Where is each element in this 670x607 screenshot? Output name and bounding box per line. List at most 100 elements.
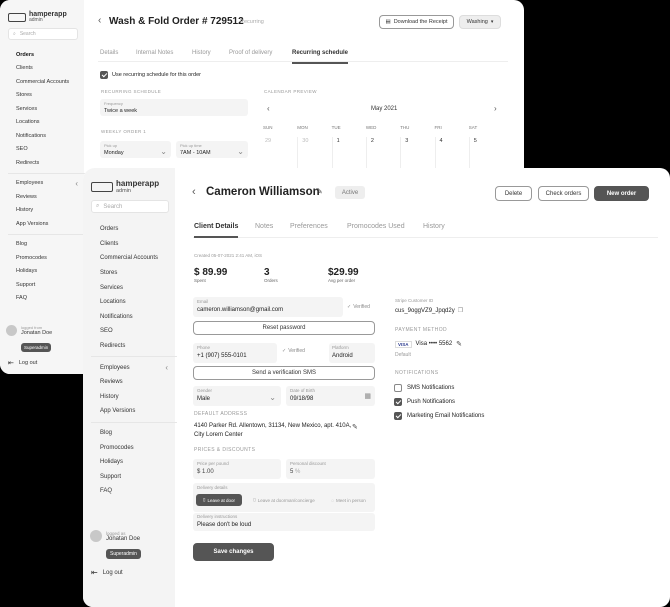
logo-sub: admin: [116, 188, 131, 194]
search-input[interactable]: ⌕ Search: [91, 200, 169, 213]
sidebar-item-faq[interactable]: FAQ: [16, 292, 78, 306]
tab-details[interactable]: Details: [100, 50, 118, 56]
sidebar-item-promocodes[interactable]: Promocodes: [16, 251, 78, 265]
save-changes-button[interactable]: Save changes: [193, 543, 274, 561]
phone-field[interactable]: Phone +1 (907) 555-0101: [193, 343, 277, 363]
sidebar-item-blog[interactable]: Blog: [16, 238, 78, 252]
tab-history[interactable]: History: [192, 50, 211, 56]
sidebar-item-support[interactable]: Support: [100, 470, 168, 485]
logout-button[interactable]: ⇤ Log out: [8, 359, 37, 367]
sidebar-item-holidays[interactable]: Holidays: [100, 455, 168, 470]
edit-icon[interactable]: ✎: [316, 187, 323, 196]
logout-button[interactable]: ⇤ Log out: [91, 568, 123, 577]
delivery-option-doorman[interactable]: ▯ Leave at doorman/concierge: [245, 494, 323, 506]
notification-toggle-marketing-email-notifications[interactable]: Marketing Email Notifications: [394, 409, 484, 423]
sidebar-item-support[interactable]: Support: [16, 278, 78, 292]
calendar-day[interactable]: 1: [331, 137, 366, 169]
search-input[interactable]: ⌕ Search: [8, 28, 78, 40]
tab-client-details[interactable]: Client Details: [194, 223, 239, 238]
logo: hamperapp admin: [91, 180, 159, 194]
sidebar-item-clients[interactable]: Clients: [100, 237, 168, 252]
sidebar-item-seo[interactable]: SEO: [100, 324, 168, 339]
pickup-time-select[interactable]: Pick up time 7AM - 10AM ⌄: [176, 141, 248, 158]
sidebar-item-employees[interactable]: Employees ‹: [100, 360, 168, 375]
sidebar-item-services[interactable]: Services: [100, 280, 168, 295]
washing-dropdown[interactable]: Washing ▾: [459, 15, 501, 29]
delivery-option-meet-in-person[interactable]: ◌ Meet in person: [325, 494, 372, 506]
sidebar-item-orders[interactable]: Orders: [16, 48, 78, 62]
reset-password-button[interactable]: Reset password: [193, 321, 375, 335]
visa-icon: VISA: [395, 340, 412, 348]
phone-verified: ✓ Verified: [282, 348, 305, 354]
price-per-pound-field[interactable]: Price per pound $ 1.00: [193, 459, 281, 479]
sidebar-item-locations[interactable]: Locations: [100, 295, 168, 310]
weekday-label: MON: [297, 125, 308, 130]
sidebar-item-locations[interactable]: Locations: [16, 116, 78, 130]
sidebar-item-holidays[interactable]: Holidays: [16, 265, 78, 279]
calendar-prev-icon[interactable]: ‹: [267, 104, 270, 113]
pickup-day-select[interactable]: Pick up Monday ⌄: [100, 141, 171, 158]
sidebar-item-stores[interactable]: Stores: [100, 266, 168, 281]
calendar-day[interactable]: 3: [400, 137, 434, 169]
sidebar-item-redirects[interactable]: Redirects: [16, 156, 78, 170]
edit-icon[interactable]: ✎: [352, 423, 358, 431]
use-recurring-checkbox[interactable]: Use recurring schedule for this order: [100, 71, 201, 79]
personal-discount-field[interactable]: Personal discount 5 %: [286, 459, 375, 479]
check-orders-button[interactable]: Check orders: [538, 186, 589, 201]
sidebar-item-notifications[interactable]: Notifications: [100, 310, 168, 325]
tab-recurring-schedule[interactable]: Recurring schedule: [292, 50, 349, 64]
gender-select[interactable]: Gender Male ⌄: [193, 386, 281, 406]
tab-history[interactable]: History: [423, 223, 445, 230]
sidebar-item-blog[interactable]: Blog: [100, 426, 168, 441]
frequency-select[interactable]: Frequency Twice a week: [100, 99, 248, 116]
tab-proof-of-delivery[interactable]: Proof of delivery: [229, 50, 272, 56]
sidebar-item-commercial-accounts[interactable]: Commercial Accounts: [100, 251, 168, 266]
copy-icon[interactable]: ❐: [458, 307, 463, 314]
sidebar-item-history[interactable]: History: [16, 204, 78, 218]
notification-toggle-sms-notifications[interactable]: SMS Notifications: [394, 381, 484, 395]
calendar-icon[interactable]: ▦: [364, 392, 371, 400]
new-order-button[interactable]: New order: [594, 186, 649, 201]
sidebar-item-app-versions[interactable]: App Versions: [16, 217, 78, 231]
sidebar-item-commercial-accounts[interactable]: Commercial Accounts: [16, 75, 78, 89]
default-address: 4140 Parker Rd. Allentown, 31134, New Me…: [194, 423, 352, 438]
sidebar-item-promocodes[interactable]: Promocodes: [100, 440, 168, 455]
calendar-next-icon[interactable]: ›: [494, 104, 497, 113]
delivery-option-leave-at-door[interactable]: ▯ Leave at door: [196, 494, 242, 506]
prices-heading: PRICES & DISCOUNTS: [194, 447, 256, 453]
sidebar-item-reviews[interactable]: Reviews: [16, 190, 78, 204]
edit-icon[interactable]: ✎: [456, 340, 462, 348]
sidebar-item-clients[interactable]: Clients: [16, 62, 78, 76]
sidebar-item-services[interactable]: Services: [16, 102, 78, 116]
sidebar-item-stores[interactable]: Stores: [16, 89, 78, 103]
calendar-day[interactable]: 30: [297, 137, 331, 169]
dob-field[interactable]: Date of Birth 09/18/98 ▦: [286, 386, 375, 406]
sidebar-item-app-versions[interactable]: App Versions: [100, 404, 168, 419]
back-icon[interactable]: ‹: [192, 186, 196, 198]
tab-preferences[interactable]: Preferences: [290, 223, 328, 230]
calendar-day[interactable]: 29: [263, 137, 297, 169]
sidebar-item-employees[interactable]: Employees ‹: [16, 177, 78, 191]
back-icon[interactable]: ‹: [98, 15, 101, 26]
sidebar-item-faq[interactable]: FAQ: [100, 484, 168, 499]
send-sms-button[interactable]: Send a verification SMS: [193, 366, 375, 380]
sidebar-item-notifications[interactable]: Notifications: [16, 129, 78, 143]
delivery-instructions-field[interactable]: Delivery instructions Please don't be lo…: [193, 513, 375, 531]
download-receipt-button[interactable]: ▤ Download the Receipt: [379, 15, 454, 29]
notifications-heading: NOTIFICATIONS: [395, 370, 439, 376]
delete-button[interactable]: Delete: [495, 186, 532, 201]
tab-notes[interactable]: Notes: [255, 223, 273, 230]
tab-promocodes-used[interactable]: Promocodes Used: [347, 223, 405, 230]
logo: hamperapp admin: [8, 11, 67, 23]
tab-internal-notes[interactable]: Internal Notes: [136, 50, 173, 56]
sidebar-item-orders[interactable]: Orders: [100, 222, 168, 237]
sidebar-item-history[interactable]: History: [100, 390, 168, 405]
calendar-day[interactable]: 4: [434, 137, 469, 169]
sidebar-item-reviews[interactable]: Reviews: [100, 375, 168, 390]
notification-toggle-push-notifications[interactable]: Push Notifications: [394, 395, 484, 409]
sidebar-item-seo[interactable]: SEO: [16, 143, 78, 157]
email-field[interactable]: Email cameron.williamson@gmail.com: [193, 297, 343, 317]
sidebar-item-redirects[interactable]: Redirects: [100, 339, 168, 354]
calendar-day[interactable]: 2: [365, 137, 400, 169]
calendar-day[interactable]: 5: [468, 137, 503, 169]
